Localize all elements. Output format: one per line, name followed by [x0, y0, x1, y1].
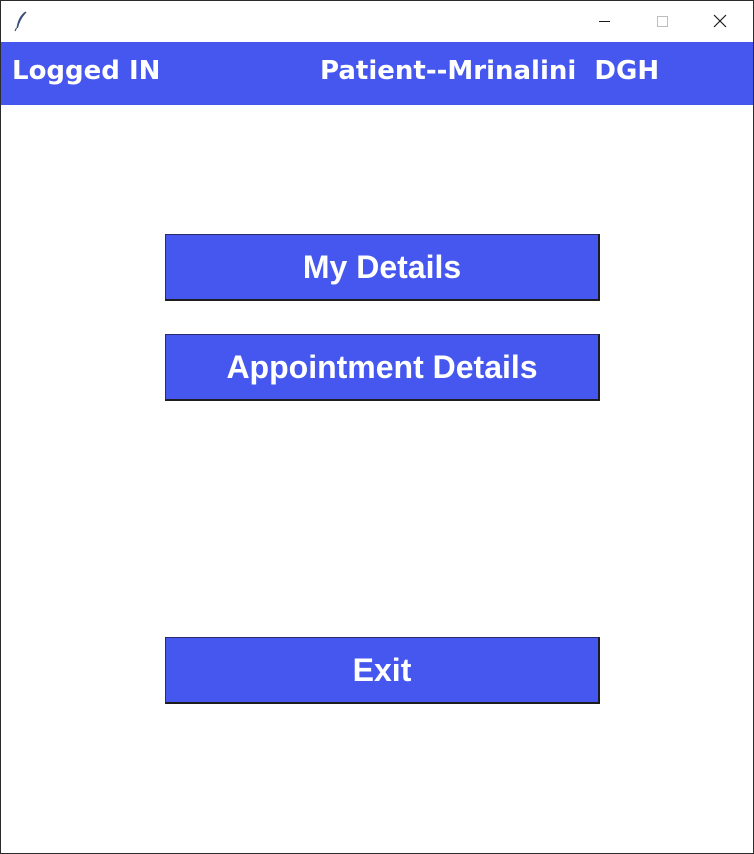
patient-window: Logged IN Patient--Mrinalini DGH My Deta…: [0, 0, 754, 854]
exit-button[interactable]: Exit: [165, 637, 600, 704]
appointment-details-button[interactable]: Appointment Details: [165, 334, 600, 401]
feather-icon: [14, 11, 27, 32]
close-icon: [713, 14, 727, 28]
maximize-icon: [656, 15, 668, 27]
header-bar: Logged IN Patient--Mrinalini DGH: [1, 42, 753, 105]
patient-info-label: Patient--Mrinalini DGH: [320, 56, 660, 86]
title-bar[interactable]: [1, 1, 753, 41]
minimize-icon: [598, 20, 610, 22]
my-details-button[interactable]: My Details: [165, 234, 600, 301]
login-status-label: Logged IN: [12, 56, 161, 86]
maximize-button[interactable]: [633, 1, 691, 41]
minimize-button[interactable]: [575, 1, 633, 41]
close-button[interactable]: [691, 1, 749, 41]
